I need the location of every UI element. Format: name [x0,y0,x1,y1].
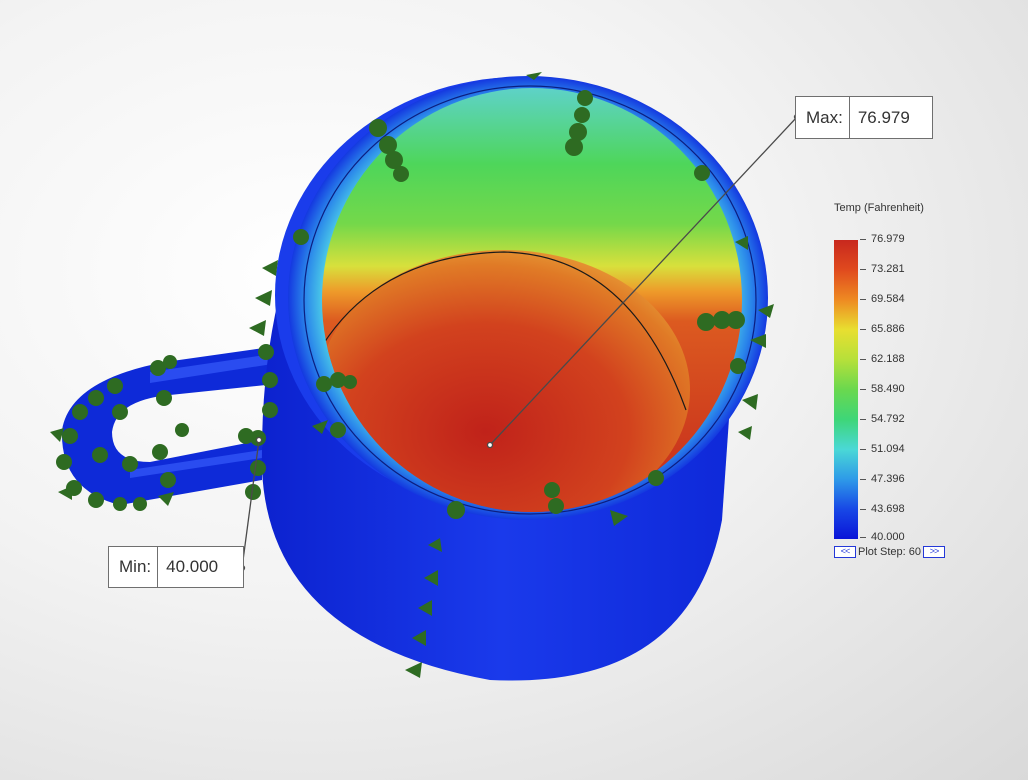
legend-tick: 54.792 [860,413,905,425]
legend-tick: 43.698 [860,503,905,515]
min-value: 40.000 [166,557,219,576]
max-value-callout[interactable]: Max: 76.979 [795,96,933,139]
legend-tick: 58.490 [860,383,905,395]
legend-tick: 40.000 [860,531,905,543]
legend-tick: 62.188 [860,353,905,365]
double-chevron-right-icon[interactable]: >> [923,546,945,558]
max-value: 76.979 [857,107,910,127]
legend-tick: 76.979 [860,233,905,245]
legend-color-bar [834,240,858,539]
plot-step-label: Plot Step: 60 [858,546,921,558]
marker-point [293,229,309,245]
legend-tick: 47.396 [860,473,905,485]
legend-title: Temp (Fahrenheit) [834,202,924,214]
legend-tick: 69.584 [860,293,905,305]
temperature-legend: Temp (Fahrenheit) 76.979 73.281 69.584 6… [830,198,970,568]
double-chevron-left-icon[interactable]: << [834,546,856,558]
legend-tick: 65.886 [860,323,905,335]
plot-step-control: << Plot Step: 60 >> [834,546,945,558]
max-label: Max: [796,97,850,138]
marker-point [694,165,710,181]
legend-tick: 51.094 [860,443,905,455]
min-value-callout[interactable]: Min: 40.000 [108,546,244,588]
legend-tick: 73.281 [860,263,905,275]
min-label: Min: [109,547,159,587]
